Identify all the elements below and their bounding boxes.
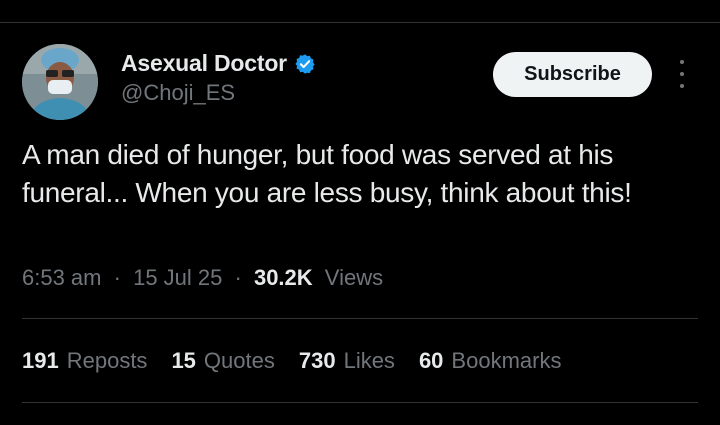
top-divider [0,22,720,23]
tweet-date[interactable]: 15 Jul 25 [133,265,222,290]
stat-likes[interactable]: 730 Likes [299,348,395,374]
views-label: Views [324,265,384,290]
tweet-time[interactable]: 6:53 am [22,265,102,290]
avatar[interactable] [22,44,98,120]
verified-badge-icon [295,53,315,74]
tweet-text: A man died of hunger, but food was serve… [22,139,632,208]
meta-separator: · [234,265,242,290]
subscribe-button[interactable]: Subscribe [493,52,652,97]
avatar-image [22,44,98,120]
tweet-meta: 6:53 am · 15 Jul 25 · 30.2K Views [22,265,383,291]
engagement-stats: 191 Reposts 15 Quotes 730 Likes 60 Bookmarks [22,348,585,374]
author-name-row[interactable]: Asexual Doctor [121,50,316,77]
stat-count: 730 [298,348,336,373]
stat-quotes[interactable]: 15 Quotes [171,348,274,374]
stat-count: 15 [171,348,196,373]
views-count: 30.2K [253,265,313,290]
stat-label: Quotes [203,348,275,373]
meta-separator: · [113,265,121,290]
stat-count: 191 [22,348,59,373]
stat-label: Likes [343,348,395,373]
stats-divider-top [22,318,698,319]
author-handle[interactable]: @Choji_ES [121,80,235,106]
more-vertical-icon[interactable] [674,60,690,88]
stat-count: 60 [418,348,444,373]
stats-divider-bottom [22,402,698,403]
stat-reposts[interactable]: 191 Reposts [22,348,147,374]
stat-bookmarks[interactable]: 60 Bookmarks [419,348,562,374]
author-display-name[interactable]: Asexual Doctor [121,50,287,77]
stat-label: Reposts [66,348,148,373]
stat-label: Bookmarks [451,348,562,373]
